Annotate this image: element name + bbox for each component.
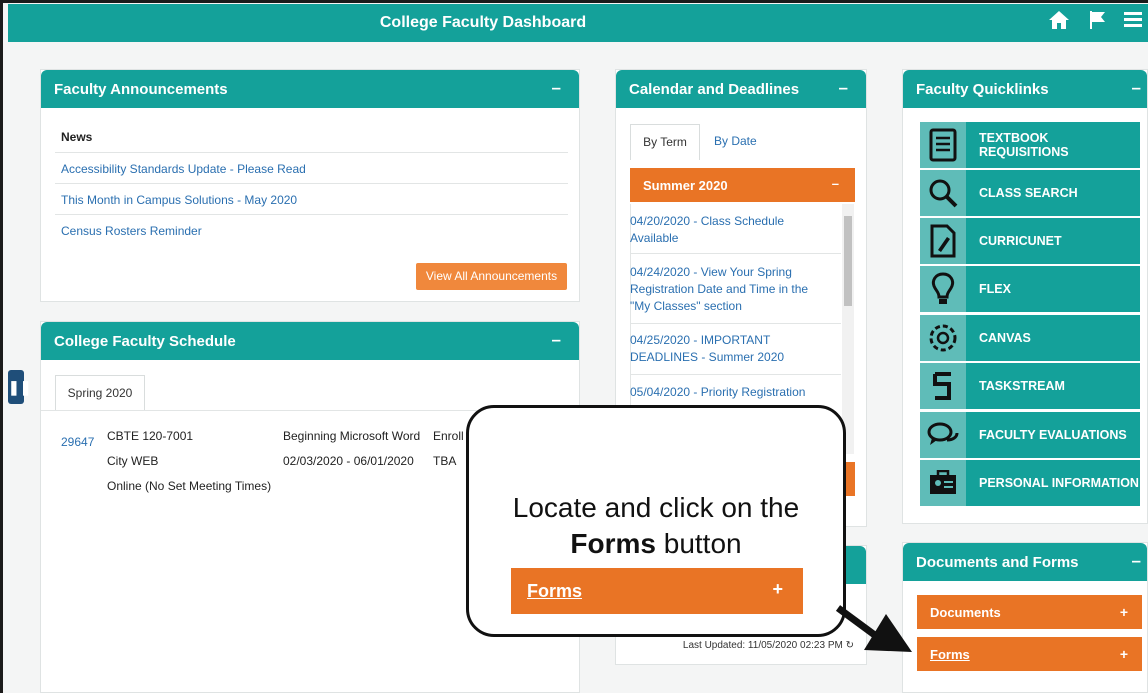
divider (630, 323, 841, 324)
announcement-link[interactable]: This Month in Campus Solutions - May 202… (61, 193, 297, 207)
lightbulb-icon (920, 266, 966, 312)
divider (630, 253, 841, 254)
top-bar: College Faculty Dashboard (8, 4, 1148, 42)
view-all-announcements-button[interactable]: View All Announcements (416, 263, 567, 290)
divider (55, 183, 568, 184)
announcements-header: Faculty Announcements – (41, 70, 579, 108)
last-updated: Last Updated: 11/05/2020 02:23 PM ↻ (683, 640, 854, 651)
document-edit-icon (920, 218, 966, 264)
announcements-collapse-button[interactable]: – (552, 78, 561, 98)
menu-icon[interactable] (1124, 10, 1142, 33)
term-collapse-icon: – (831, 176, 839, 191)
quicklink-canvas[interactable]: CANVAS (920, 315, 1140, 361)
quicklinks-collapse-button[interactable]: – (1132, 78, 1141, 98)
callout-line1: Locate and click on the (512, 492, 800, 523)
calendar-item[interactable]: 04/25/2020 - IMPORTANT DEADLINES - Summe… (630, 332, 830, 366)
scrollbar-thumb[interactable] (844, 216, 852, 306)
quicklink-label: CANVAS (966, 315, 1140, 361)
documents-forms-header: Documents and Forms – (903, 543, 1147, 581)
announcement-link[interactable]: Accessibility Standards Update - Please … (61, 162, 306, 176)
callout-forms-label: Forms (527, 581, 583, 601)
callout-line2: button (655, 528, 742, 559)
chat-bubbles-icon (920, 412, 966, 458)
pause-bars-icon: ❚❚ (8, 379, 32, 395)
class-number-link[interactable]: 29647 (61, 435, 94, 449)
divider (55, 214, 568, 215)
documents-forms-panel: Documents and Forms – Documents + Forms … (902, 542, 1148, 693)
quicklinks-panel: Faculty Quicklinks – TEXTBOOK REQUISITIO… (902, 69, 1148, 524)
course-location: City WEB (107, 454, 159, 468)
tutorial-callout: Locate and click on the Forms button For… (466, 405, 846, 637)
quicklink-taskstream[interactable]: TASKSTREAM (920, 363, 1140, 409)
page-title: College Faculty Dashboard (379, 14, 587, 31)
quicklink-label: TEXTBOOK REQUISITIONS (966, 122, 1140, 168)
documents-label: Documents (930, 605, 1001, 620)
quicklink-textbook-requisitions[interactable]: TEXTBOOK REQUISITIONS (920, 122, 1140, 168)
schedule-collapse-button[interactable]: – (552, 330, 561, 350)
tab-by-term[interactable]: By Term (630, 124, 700, 160)
last-updated-text: Last Updated: 11/05/2020 02:23 PM (682, 640, 843, 651)
calendar-collapse-button[interactable]: – (839, 78, 848, 98)
quicklink-label: TASKSTREAM (966, 363, 1140, 409)
quicklink-curricunet[interactable]: CURRICUNET (920, 218, 1140, 264)
quicklink-label: FLEX (966, 266, 1140, 312)
flag-icon[interactable] (1088, 10, 1108, 35)
quicklink-label: CLASS SEARCH (966, 170, 1140, 216)
side-panel-toggle[interactable]: ❚❚ (8, 370, 31, 404)
quicklink-faculty-evaluations[interactable]: FACULTY EVALUATIONS (920, 412, 1140, 458)
forms-label: Forms (930, 647, 970, 662)
calendar-item[interactable]: 04/24/2020 - View Your Spring Registrati… (630, 264, 830, 315)
callout-text: Locate and click on the Forms button (469, 490, 843, 562)
schedule-header: College Faculty Schedule – (41, 322, 579, 360)
quicklink-label: FACULTY EVALUATIONS (966, 412, 1140, 458)
announcements-title: Faculty Announcements (54, 81, 228, 98)
quicklink-label: PERSONAL INFORMATION (966, 460, 1140, 506)
course-description: Beginning Microsoft Word (283, 429, 421, 443)
pointer-arrow-icon (836, 605, 912, 652)
announcements-panel: Faculty Announcements – News Accessibili… (40, 69, 580, 302)
book-icon (920, 122, 966, 168)
documents-forms-title: Documents and Forms (916, 554, 1079, 571)
calendar-header: Calendar and Deadlines – (616, 70, 866, 108)
course-dates: 02/03/2020 - 06/01/2020 (283, 454, 414, 468)
documents-button[interactable]: Documents + (917, 595, 1142, 629)
plus-icon: + (772, 579, 783, 599)
callout-bold: Forms (570, 528, 656, 559)
divider (55, 152, 568, 153)
term-label: Summer 2020 (643, 178, 728, 193)
plus-icon: + (1119, 604, 1128, 620)
announcement-link[interactable]: Census Rosters Reminder (61, 224, 202, 238)
forms-button[interactable]: Forms + (917, 637, 1142, 671)
divider (630, 374, 841, 375)
calendar-item[interactable]: 04/20/2020 - Class Schedule Available (630, 213, 830, 247)
tab-by-date[interactable]: By Date (714, 134, 757, 148)
callout-forms-button[interactable]: Forms + (511, 568, 803, 614)
quicklinks-header: Faculty Quicklinks – (903, 70, 1147, 108)
id-card-icon (920, 460, 966, 506)
course-code: CBTE 120-7001 (107, 429, 194, 443)
quicklink-label: CURRICUNET (966, 218, 1140, 264)
quicklinks-title: Faculty Quicklinks (916, 81, 1049, 98)
quicklink-class-search[interactable]: CLASS SEARCH (920, 170, 1140, 216)
enrollment-status: Enroll (433, 429, 464, 443)
calendar-item[interactable]: 05/04/2020 - Priority Registration (630, 384, 830, 401)
quicklink-flex[interactable]: FLEX (920, 266, 1140, 312)
home-icon[interactable] (1048, 10, 1070, 35)
news-heading: News (61, 130, 93, 144)
calendar-title: Calendar and Deadlines (629, 81, 800, 98)
schedule-title: College Faculty Schedule (54, 333, 236, 350)
course-room: TBA (433, 454, 457, 468)
calendar-scrollbar[interactable] (842, 204, 854, 454)
magnifier-icon (920, 170, 966, 216)
tab-spring-2020[interactable]: Spring 2020 (55, 375, 145, 410)
documents-forms-collapse-button[interactable]: – (1132, 551, 1141, 571)
plus-icon: + (1119, 646, 1128, 662)
course-meeting: Online (No Set Meeting Times) (107, 479, 272, 493)
quicklink-personal-information[interactable]: PERSONAL INFORMATION (920, 460, 1140, 506)
taskstream-logo-icon (920, 363, 966, 409)
canvas-logo-icon (920, 315, 966, 361)
term-header-summer-2020[interactable]: Summer 2020 – (630, 168, 855, 202)
